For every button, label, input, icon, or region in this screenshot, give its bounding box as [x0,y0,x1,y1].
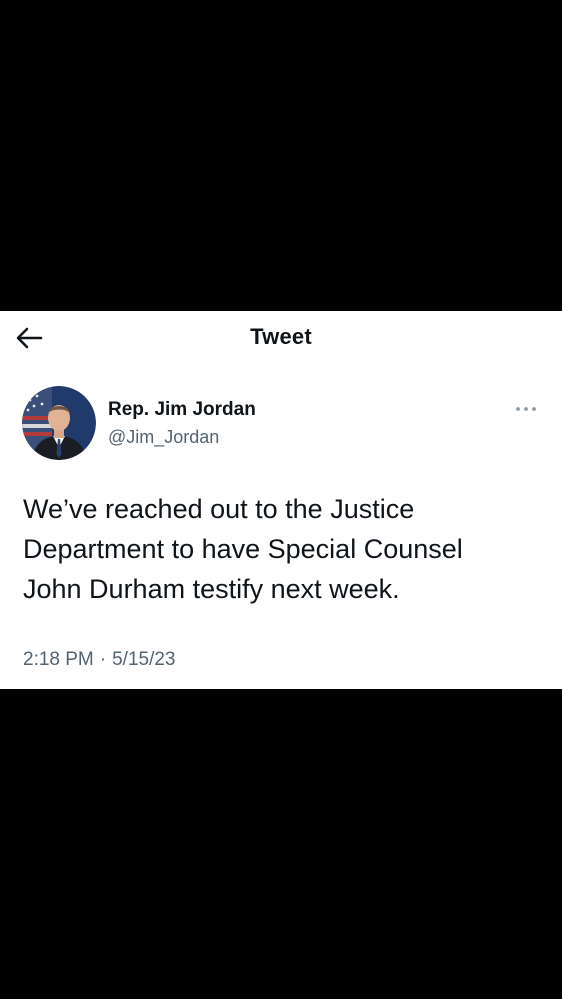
letterbox-top [0,0,562,311]
more-button[interactable] [510,399,542,419]
screen: Tweet Rep. Jim Jordan @Jim_Jordan We’ve … [0,0,562,999]
tweet-date: 5/15/23 [112,649,176,670]
avatar[interactable] [22,386,96,460]
more-horizontal-icon [516,407,536,411]
header: Tweet [0,311,562,365]
author-handle[interactable]: @Jim_Jordan [108,426,256,448]
author-display-name[interactable]: Rep. Jim Jordan [108,399,256,421]
page-title: Tweet [250,324,312,349]
tweet-card: Tweet Rep. Jim Jordan @Jim_Jordan We’ve … [0,311,562,689]
meta-separator: · [99,649,107,670]
tweet-time: 2:18 PM [23,649,94,670]
letterbox-bottom [0,689,562,999]
tweet-timestamp[interactable]: 2:18 PM · 5/15/23 [23,649,176,671]
tweet-text: We’ve reached out to the Justice Departm… [23,494,463,604]
author-info: Rep. Jim Jordan @Jim_Jordan [108,399,256,448]
profile-photo [22,386,96,460]
